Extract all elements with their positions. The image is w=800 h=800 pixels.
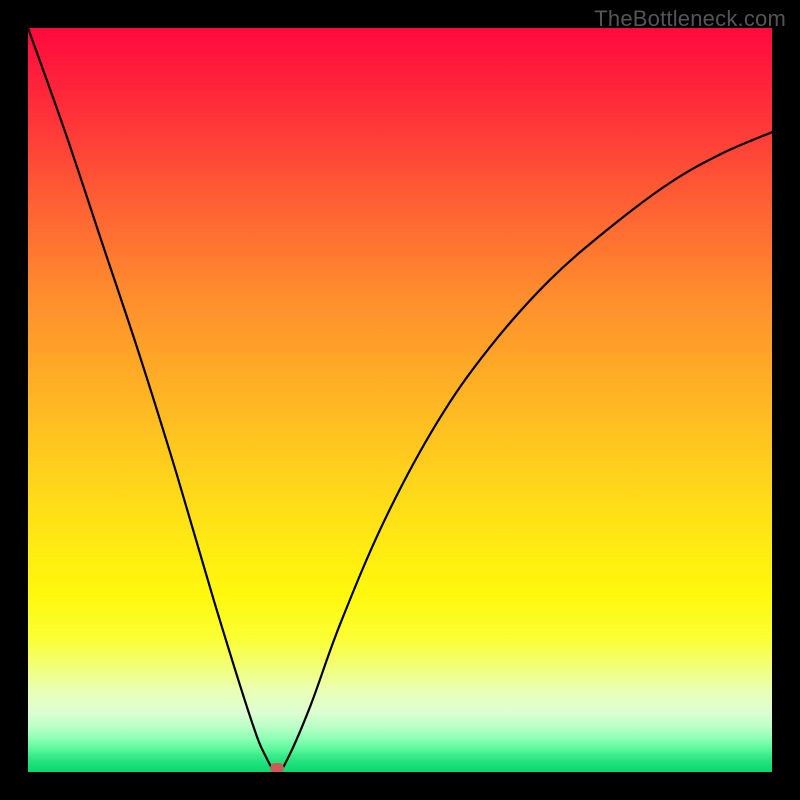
plot-area (28, 28, 772, 772)
bottleneck-curve (28, 28, 772, 772)
watermark-text: TheBottleneck.com (594, 6, 786, 32)
chart-frame: TheBottleneck.com (0, 0, 800, 800)
optimal-point-marker (270, 763, 284, 772)
